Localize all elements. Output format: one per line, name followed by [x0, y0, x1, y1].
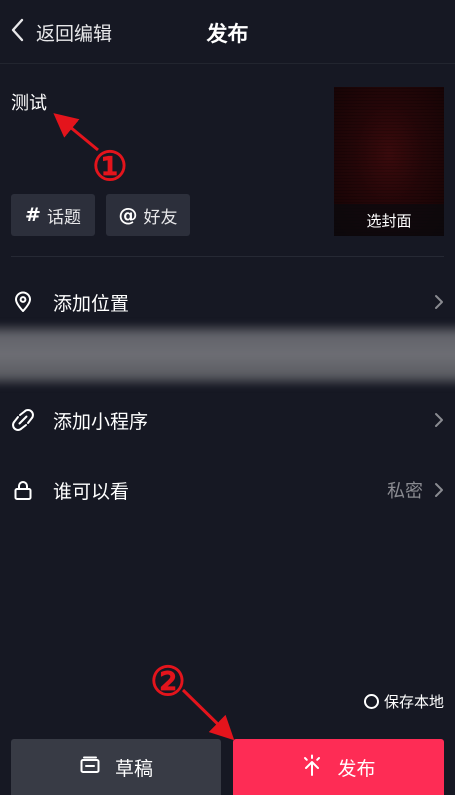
- draft-box-icon: [79, 754, 101, 781]
- location-pin-icon: [12, 291, 34, 313]
- caption-input[interactable]: 测试: [11, 89, 47, 115]
- radio-circle-icon: [363, 693, 379, 709]
- select-cover-label: 选封面: [334, 204, 444, 236]
- add-mini-program-row[interactable]: 添加小程序: [0, 392, 455, 448]
- chevron-right-icon: [433, 481, 445, 499]
- publish-button[interactable]: 发布: [233, 739, 444, 795]
- visibility-row[interactable]: 谁可以看 私密: [0, 462, 455, 518]
- chevron-right-icon: [433, 293, 445, 311]
- save-local-toggle[interactable]: 保存本地: [363, 690, 444, 712]
- divider: [11, 256, 444, 257]
- topic-chip[interactable]: # 话题: [11, 194, 95, 236]
- page-title: 发布: [206, 22, 249, 46]
- publish-spark-icon: [301, 754, 323, 781]
- step-1-marker: ①: [92, 143, 128, 190]
- friend-chip-label: 好友: [143, 207, 178, 228]
- draft-label: 草稿: [114, 757, 153, 780]
- topic-chip-label: 话题: [46, 207, 81, 228]
- at-icon: @: [118, 204, 138, 226]
- visibility-value: 私密: [387, 481, 423, 502]
- visibility-label: 谁可以看: [53, 480, 130, 503]
- publish-label: 发布: [337, 757, 376, 780]
- save-local-label: 保存本地: [383, 692, 444, 711]
- mini-program-link-icon: [12, 409, 34, 431]
- add-location-label: 添加位置: [53, 292, 130, 315]
- chevron-right-icon: [433, 411, 445, 429]
- lock-icon: [12, 479, 34, 501]
- draft-button[interactable]: 草稿: [11, 739, 221, 795]
- step-2-marker: ②: [150, 658, 186, 705]
- top-bar: 返回编辑 发布: [0, 0, 455, 64]
- arrow-to-publish: [181, 688, 235, 741]
- redacted-area: [0, 322, 455, 388]
- add-mini-program-label: 添加小程序: [53, 410, 149, 433]
- mention-friend-chip[interactable]: @ 好友: [106, 194, 190, 236]
- hashtag-icon: #: [25, 204, 41, 226]
- cover-thumbnail[interactable]: 选封面: [334, 87, 444, 236]
